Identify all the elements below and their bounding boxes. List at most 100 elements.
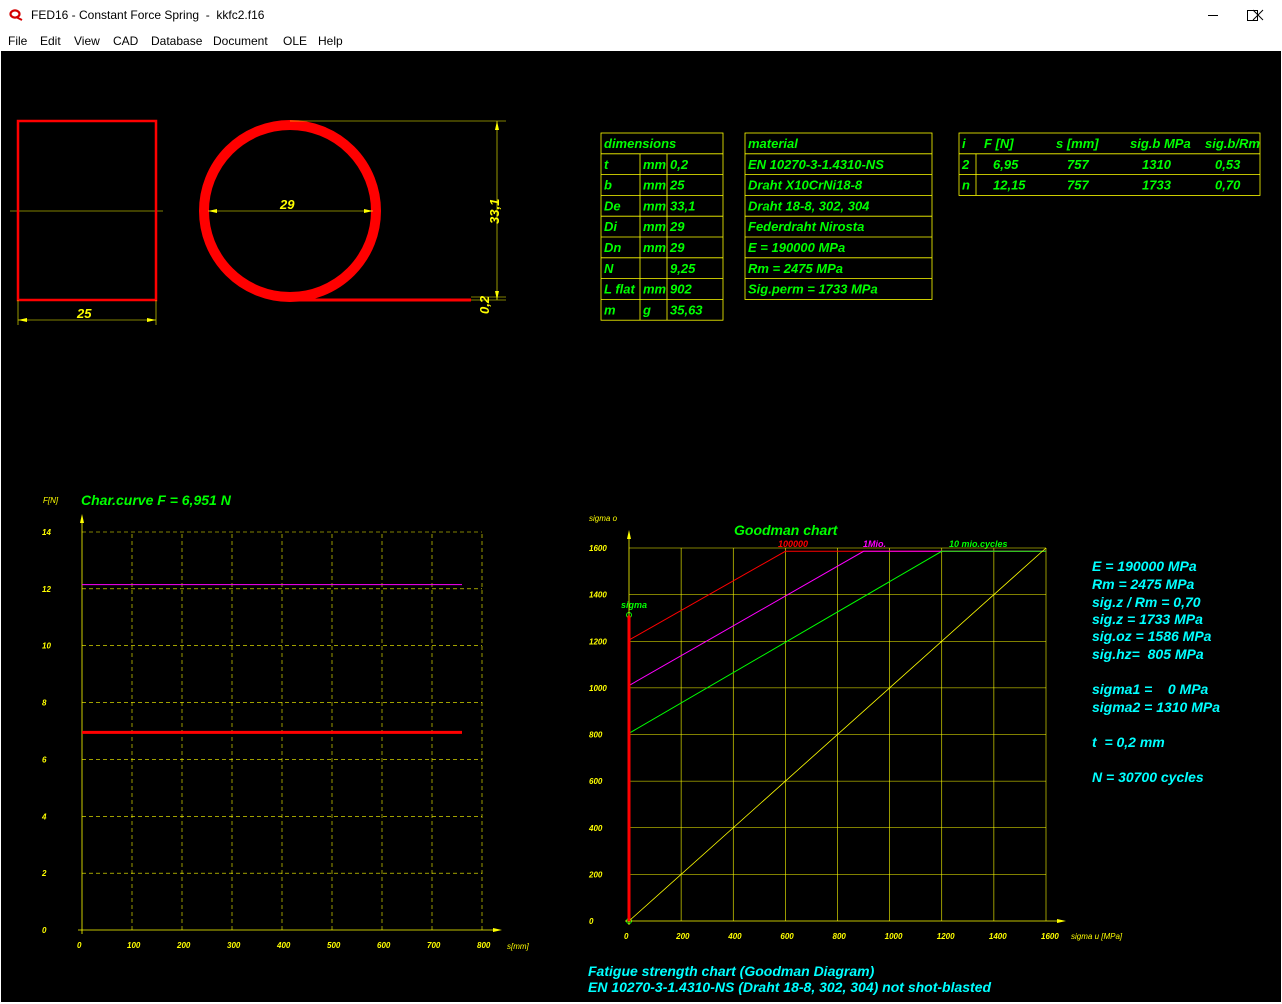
x-tick-label: 700	[427, 941, 441, 950]
dim-symbol: Dn	[604, 240, 621, 255]
menu-edit[interactable]: Edit	[40, 34, 61, 48]
x-tick-label: 600	[377, 941, 391, 950]
menu-document[interactable]: Document	[213, 34, 268, 48]
curve-label-10mio: 10 mio.cycles	[949, 539, 1008, 549]
spring-side-view: 25	[10, 119, 163, 325]
outer-diameter-label: 33,1	[487, 199, 502, 224]
dim-value: 35,63	[670, 302, 703, 317]
char-chart-ylabel: F[N]	[43, 496, 59, 505]
x-tick-label: 1000	[885, 932, 903, 941]
drawing-canvas[interactable]: 25 29 33,1 0,2 dimensions t mm 0,2 b mm 25 De mm…	[1, 51, 1281, 1002]
y-tick-label: 0	[42, 926, 47, 935]
load-table-cell: 6,95	[993, 157, 1019, 172]
load-table-cell: n	[962, 178, 970, 193]
x-axis-arrow	[1057, 919, 1066, 923]
dim-symbol: t	[604, 157, 609, 172]
close-button[interactable]	[1236, 0, 1282, 31]
y-tick-label: 1600	[589, 544, 607, 553]
dim-unit: mm	[643, 157, 667, 172]
dim-value: 29	[669, 219, 685, 234]
x-tick-label: 100	[127, 941, 141, 950]
goodman-param: sig.hz= 805 MPa	[1092, 646, 1204, 662]
y-tick-label: 1000	[589, 684, 607, 693]
load-table-cell: 757	[1067, 157, 1089, 172]
load-table-header: i	[962, 136, 966, 151]
x-tick-label: 0	[624, 932, 629, 941]
x-tick-label: 1400	[989, 932, 1007, 941]
material-row: Draht 18-8, 302, 304	[748, 198, 870, 213]
menu-cad[interactable]: CAD	[113, 34, 138, 48]
goodman-param: N = 30700 cycles	[1092, 769, 1204, 785]
y-tick-label: 1400	[589, 591, 607, 600]
y-tick-label: 10	[42, 642, 51, 651]
x-tick-label: 1200	[937, 932, 955, 941]
y-tick-label: 1200	[589, 637, 607, 646]
curve-label-1mio: 1Mio.	[863, 539, 886, 549]
curve-label-100000: 100000	[778, 539, 808, 549]
goodman-param: sig.z / Rm = 0,70	[1092, 594, 1201, 610]
goodman-param: sig.oz = 1586 MPa	[1092, 628, 1212, 644]
characteristic-curve-chart: Char.curve F = 6,951 N F[N] s[mm] 0 100 20…	[41, 492, 530, 951]
x-tick-label: 200	[675, 932, 690, 941]
goodman-chart-title: Goodman chart	[734, 522, 839, 538]
close-icon	[1252, 9, 1264, 21]
x-tick-label: 1600	[1041, 932, 1059, 941]
y-tick-label: 12	[42, 585, 51, 594]
dim-symbol: N	[604, 261, 614, 276]
dim-symbol: L flat	[604, 282, 635, 297]
load-table-cell: 0,70	[1215, 178, 1241, 193]
load-table-cell: 1310	[1142, 157, 1172, 172]
menu-view[interactable]: View	[74, 34, 100, 48]
material-table: material EN 10270-3-1.4310-NS Draht X10CrN…	[744, 132, 933, 300]
goodman-param: sigma2 = 1310 MPa	[1092, 699, 1220, 715]
dim-unit: g	[642, 302, 651, 317]
y-tick-label: 200	[588, 870, 603, 879]
goodman-param: E = 190000 MPa	[1092, 558, 1197, 574]
y-tick-label: 2	[41, 869, 47, 878]
menu-help[interactable]: Help	[318, 34, 343, 48]
dim-value: 0,2	[670, 157, 689, 172]
y-tick-label: 800	[589, 731, 603, 740]
dim-symbol: b	[604, 178, 612, 193]
dim-value: 33,1	[670, 198, 695, 213]
load-table-cell: 0,53	[1215, 157, 1241, 172]
menu-database[interactable]: Database	[151, 34, 202, 48]
minimize-button[interactable]	[1190, 0, 1236, 31]
material-row: Sig.perm = 1733 MPa	[748, 282, 878, 297]
y-tick-label: 4	[41, 812, 47, 821]
load-table-header: sig.b/Rm	[1205, 136, 1260, 151]
material-row: Rm = 2475 MPa	[748, 261, 843, 276]
y-tick-label: 0	[589, 917, 594, 926]
goodman-parameters: E = 190000 MPa Rm = 2475 MPa sig.z / Rm = …	[1092, 558, 1220, 785]
menu-ole[interactable]: OLE	[283, 34, 307, 48]
load-table: i F [N] s [mm] sig.b MPa sig.b/Rm 2 6,95 757 131…	[958, 132, 1261, 196]
y-tick-label: 600	[589, 777, 603, 786]
y-axis-arrow	[627, 530, 631, 539]
goodman-param: sig.z = 1733 MPa	[1092, 611, 1203, 627]
char-chart-title: Char.curve F = 6,951 N	[81, 492, 232, 508]
footer-line-1: Fatigue strength chart (Goodman Diagram)	[588, 963, 875, 979]
material-row: Draht X10CrNi18-8	[748, 178, 863, 193]
dim-symbol: m	[604, 302, 616, 317]
thickness-label: 0,2	[477, 295, 492, 314]
x-tick-label: 800	[833, 932, 847, 941]
dim-value: 902	[670, 282, 692, 297]
dim-unit: mm	[643, 219, 667, 234]
goodman-sigma-label: sigma	[621, 600, 647, 610]
dimensions-table: dimensionst mm 0,2b mm 25De mm 33,1Di mm 29Dn mm 2…	[600, 132, 724, 321]
material-row: EN 10270-3-1.4310-NS	[748, 157, 884, 172]
menu-file[interactable]: File	[8, 34, 27, 48]
goodman-chart-xlabel: sigma u [MPa]	[1071, 932, 1123, 941]
menu-bar: File Edit View CAD Database Document OLE…	[0, 31, 1282, 51]
x-axis-arrow	[493, 928, 502, 932]
material-table-header: material	[748, 136, 798, 151]
dim-value: 29	[669, 240, 685, 255]
goodman-chart: Goodman chart sigma o sigma u [MPa] sigm…	[588, 514, 1123, 941]
app-logo-icon	[9, 9, 23, 21]
dim-unit: mm	[643, 240, 667, 255]
spring-coil-view: 29 33,1 0,2	[199, 120, 506, 314]
drawing-svg: 25 29 33,1 0,2 dimensionst mm 0,2b mm 25De mm…	[10, 119, 1261, 995]
goodman-param: sigma1 = 0 MPa	[1092, 681, 1209, 697]
dim-symbol: De	[604, 198, 621, 213]
dim-unit: mm	[643, 282, 667, 297]
